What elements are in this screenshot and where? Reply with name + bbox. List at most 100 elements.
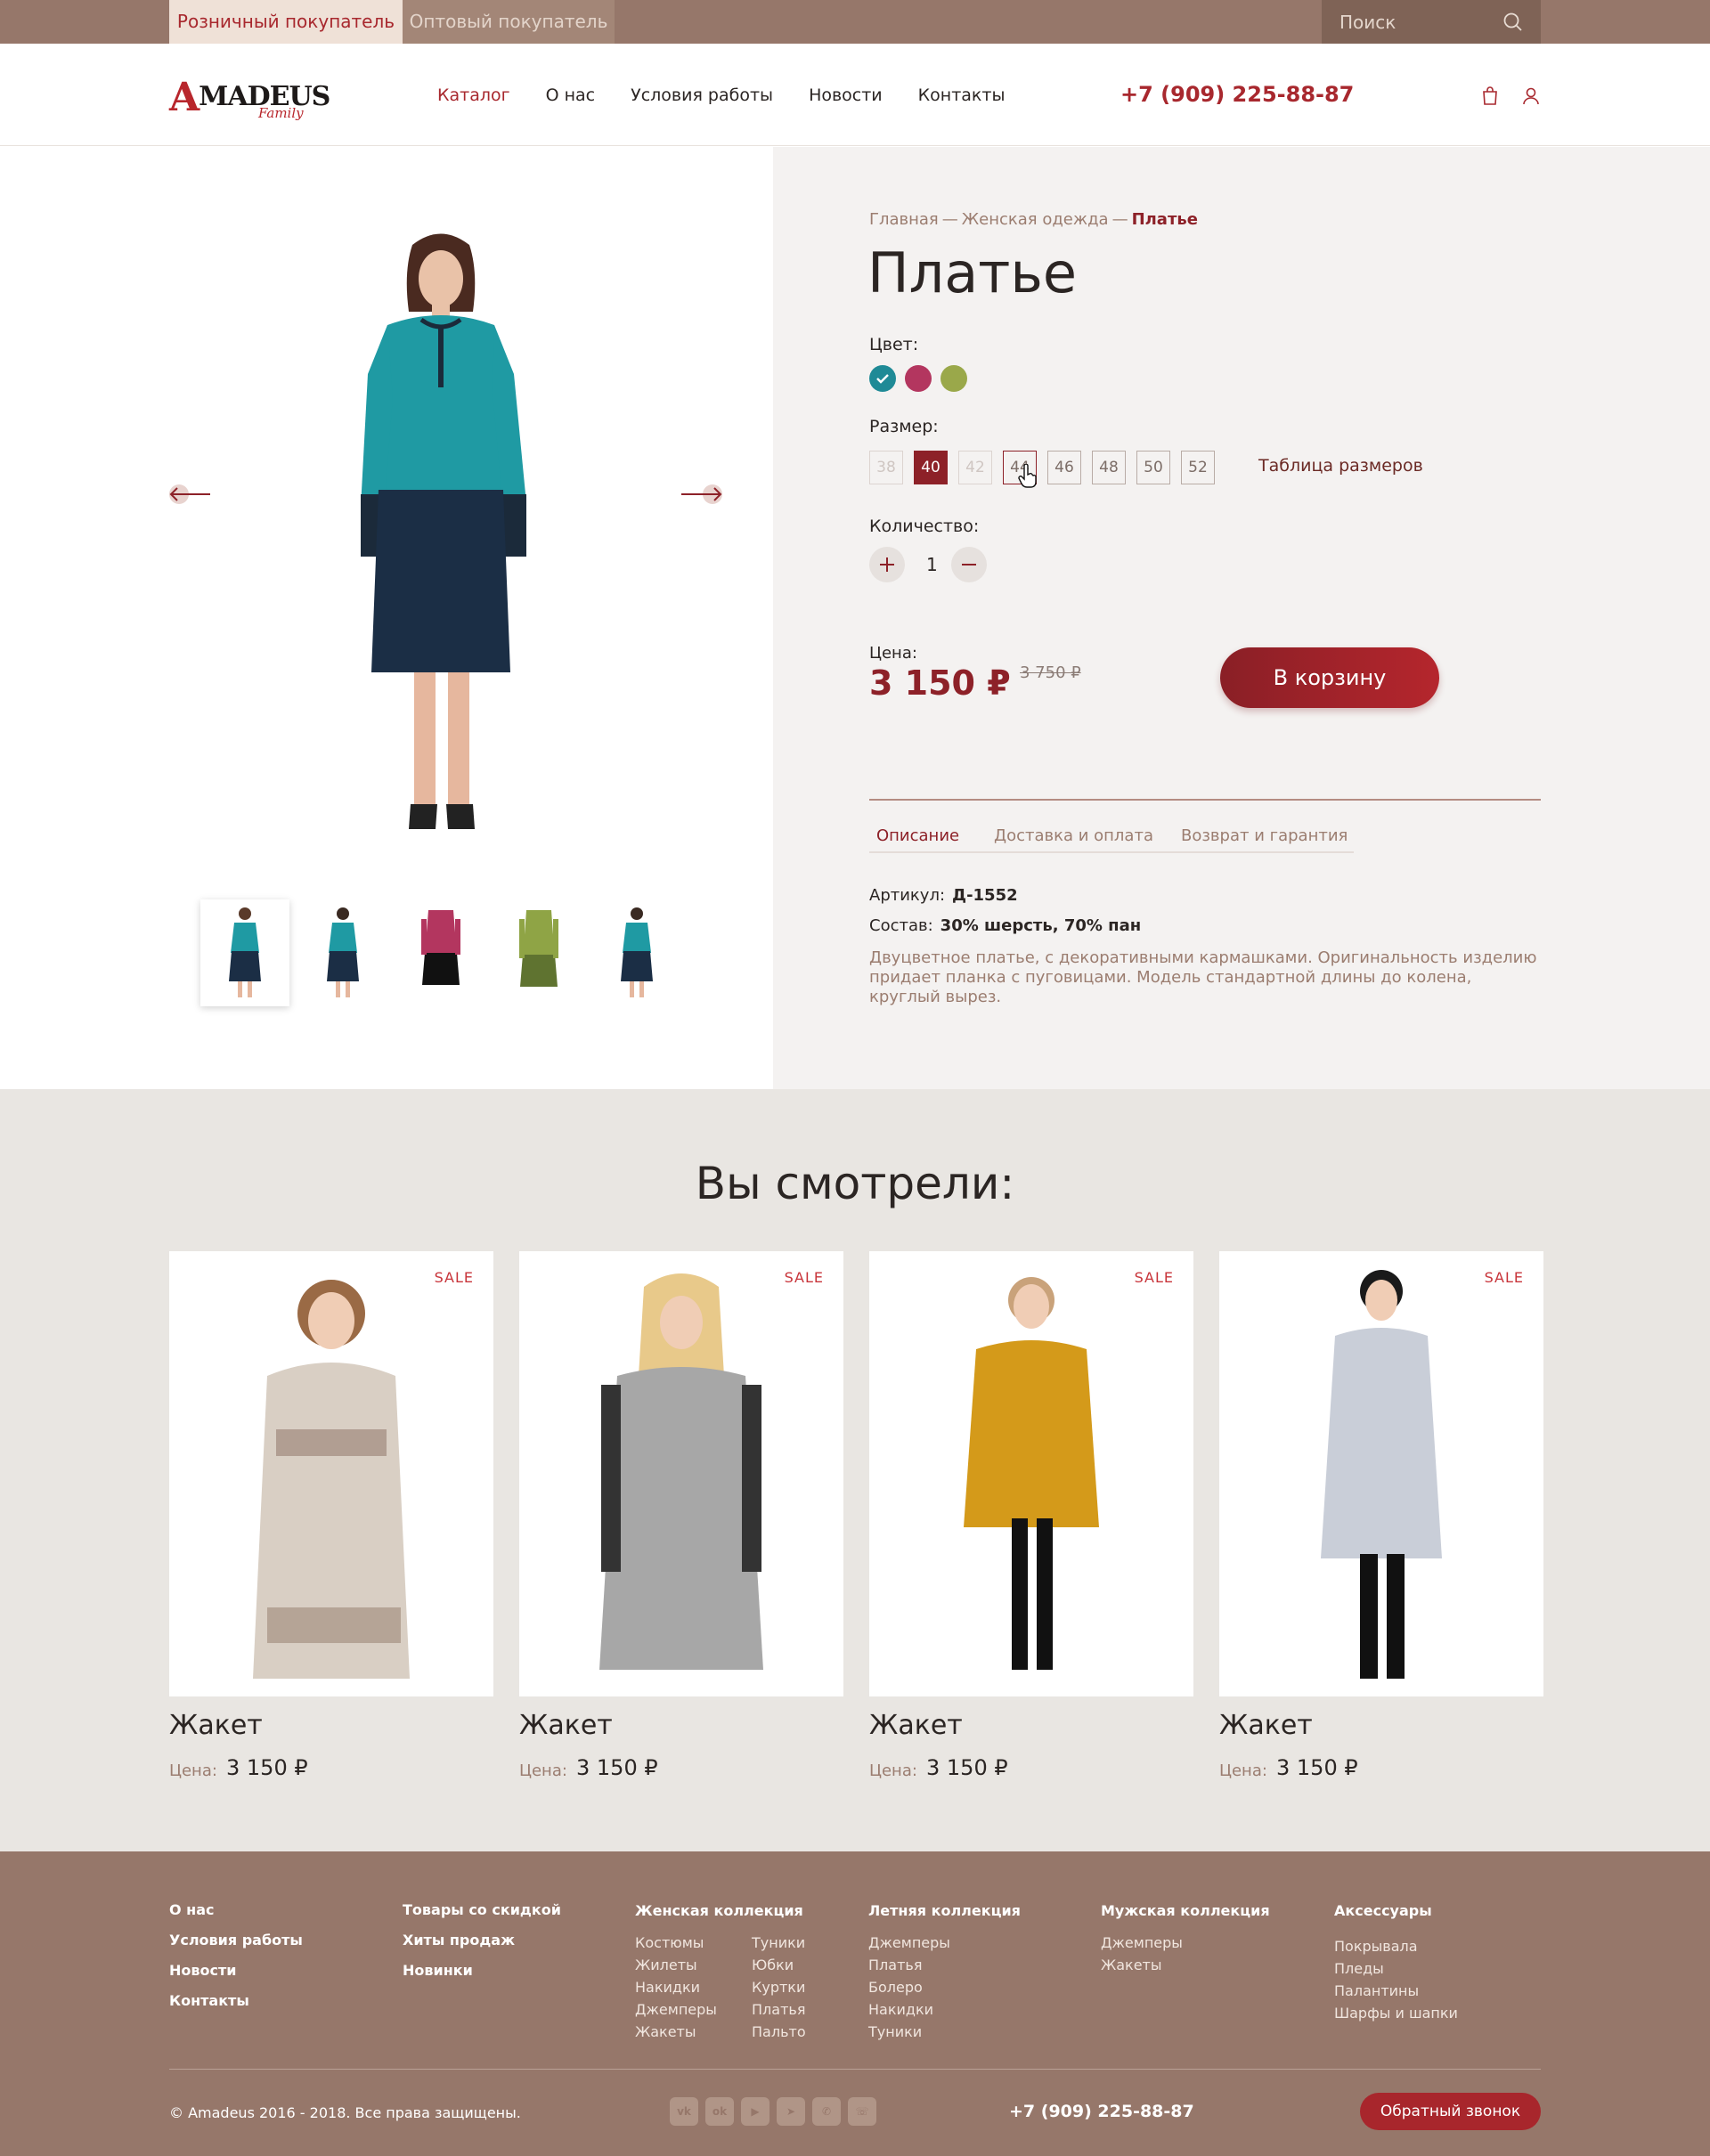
size-label: Размер: bbox=[869, 417, 939, 436]
footer-link[interactable]: Болеро bbox=[868, 1976, 1021, 1998]
viber-icon[interactable]: ✆ bbox=[812, 2097, 841, 2126]
user-icon[interactable] bbox=[1521, 85, 1541, 107]
footer-link[interactable]: Платья bbox=[868, 1954, 1021, 1976]
product-card-title[interactable]: Жакет bbox=[1219, 1710, 1313, 1741]
footer-heading[interactable]: Аксессуары bbox=[1334, 1902, 1458, 1919]
tab-wholesale-buyer[interactable]: Оптовый покупатель bbox=[403, 0, 615, 44]
footer-link[interactable]: Условия работы bbox=[169, 1925, 303, 1956]
thumbnail[interactable] bbox=[494, 899, 583, 1006]
color-swatch-olive[interactable] bbox=[940, 365, 967, 392]
ok-icon[interactable]: ok bbox=[705, 2097, 734, 2126]
product-card-image[interactable]: SALE bbox=[169, 1251, 493, 1696]
product-card-title[interactable]: Жакет bbox=[169, 1710, 263, 1741]
size-option[interactable]: 40 bbox=[914, 451, 948, 484]
nav-catalog[interactable]: Каталог bbox=[432, 85, 516, 110]
footer-divider bbox=[169, 2069, 1541, 2070]
search-icon[interactable] bbox=[1502, 11, 1525, 34]
footer-link[interactable]: Костюмы bbox=[635, 1932, 717, 1954]
footer-link[interactable]: Палантины bbox=[1334, 1980, 1458, 2002]
old-price: 3 750 ₽ bbox=[1020, 663, 1081, 682]
youtube-icon[interactable]: ▶ bbox=[741, 2097, 770, 2126]
thumbnail[interactable] bbox=[298, 899, 387, 1006]
footer-link[interactable]: Пальто bbox=[752, 2021, 806, 2043]
next-image-arrow-icon[interactable] bbox=[680, 483, 724, 506]
nav-contacts[interactable]: Контакты bbox=[918, 85, 1006, 105]
bag-icon[interactable] bbox=[1480, 85, 1500, 107]
footer-heading[interactable]: Женская коллекция bbox=[635, 1902, 867, 1919]
footer-link[interactable]: Накидки bbox=[635, 1976, 717, 1998]
footer-link[interactable]: Шарфы и шапки bbox=[1334, 2002, 1458, 2024]
footer-link[interactable]: Джемперы bbox=[635, 1998, 717, 2021]
minus-button[interactable] bbox=[951, 547, 987, 582]
footer-col-men: Мужская коллекция Джемперы Жакеты bbox=[1101, 1902, 1270, 1976]
color-swatch-teal[interactable] bbox=[869, 365, 896, 392]
nav-terms[interactable]: Условия работы bbox=[631, 85, 773, 105]
footer-link[interactable]: Туники bbox=[868, 2021, 1021, 2043]
sale-badge: SALE bbox=[434, 1269, 474, 1286]
footer-col-summer: Летняя коллекция Джемперы Платья Болеро … bbox=[868, 1902, 1021, 2043]
prev-image-arrow-icon[interactable] bbox=[167, 483, 212, 506]
footer-link[interactable]: Джемперы bbox=[1101, 1932, 1270, 1954]
footer-col-accessories: Аксессуары Покрывала Пледы Палантины Шар… bbox=[1334, 1902, 1458, 2024]
size-option[interactable]: 42 bbox=[958, 451, 992, 484]
color-label: Цвет: bbox=[869, 335, 919, 354]
size-option[interactable]: 52 bbox=[1181, 451, 1215, 484]
footer-link[interactable]: Контакты bbox=[169, 1986, 303, 2016]
whatsapp-icon[interactable]: ☏ bbox=[848, 2097, 876, 2126]
tab-description[interactable]: Описание bbox=[870, 826, 965, 849]
footer-link[interactable]: О нас bbox=[169, 1895, 303, 1925]
hand-cursor-icon bbox=[1018, 464, 1037, 488]
product-card-image[interactable]: SALE bbox=[519, 1251, 843, 1696]
size-option[interactable]: 46 bbox=[1047, 451, 1081, 484]
telegram-icon[interactable]: ➤ bbox=[777, 2097, 805, 2126]
thumbnail[interactable] bbox=[396, 899, 485, 1006]
sale-badge: SALE bbox=[1484, 1269, 1524, 1286]
footer-link[interactable]: Жилеты bbox=[635, 1954, 717, 1976]
tab-retail-buyer[interactable]: Розничный покупатель bbox=[169, 0, 403, 44]
thumbnail[interactable] bbox=[200, 899, 289, 1006]
footer-heading[interactable]: Летняя коллекция bbox=[868, 1902, 1021, 1919]
product-card: SALE Жакет Цена: 3 150 ₽ bbox=[519, 1251, 843, 1786]
footer-link[interactable]: Новости bbox=[169, 1956, 303, 1986]
callback-button[interactable]: Обратный звонок bbox=[1360, 2093, 1541, 2130]
size-option[interactable]: 50 bbox=[1136, 451, 1170, 484]
color-swatch-berry[interactable] bbox=[905, 365, 932, 392]
footer-link[interactable]: Платья bbox=[752, 1998, 806, 2021]
footer-link[interactable]: Жакеты bbox=[635, 2021, 717, 2043]
header-phone[interactable]: +7 (909) 225-88-87 bbox=[1120, 44, 1354, 146]
footer-link[interactable]: Джемперы bbox=[868, 1932, 1021, 1954]
footer-link[interactable]: Туники bbox=[752, 1932, 806, 1954]
vk-icon[interactable]: vk bbox=[670, 2097, 698, 2126]
footer-link[interactable]: Жакеты bbox=[1101, 1954, 1270, 1976]
thumbnail[interactable] bbox=[592, 899, 681, 1006]
nav-news[interactable]: Новости bbox=[809, 85, 883, 105]
quantity-label: Количество: bbox=[869, 517, 980, 536]
size-option[interactable]: 48 bbox=[1092, 451, 1126, 484]
footer-link[interactable]: Накидки bbox=[868, 1998, 1021, 2021]
footer-link[interactable]: Новинки bbox=[403, 1956, 561, 1986]
size-table-link[interactable]: Таблица размеров bbox=[1253, 456, 1429, 480]
nav-about[interactable]: О нас bbox=[546, 85, 596, 105]
product-card-title[interactable]: Жакет bbox=[869, 1710, 963, 1741]
add-to-cart-button[interactable]: В корзину bbox=[1220, 647, 1439, 708]
product-card-image[interactable]: SALE bbox=[1219, 1251, 1543, 1696]
amadeus-logo[interactable]: AMADEUS Family bbox=[169, 66, 330, 125]
tab-delivery[interactable]: Доставка и оплата bbox=[994, 826, 1153, 845]
plus-button[interactable] bbox=[869, 547, 905, 582]
footer-link[interactable]: Товары со скидкой bbox=[403, 1895, 561, 1925]
footer-link[interactable]: Куртки bbox=[752, 1976, 806, 1998]
search-input[interactable] bbox=[1340, 0, 1491, 44]
footer-link[interactable]: Юбки bbox=[752, 1954, 806, 1976]
footer-heading[interactable]: Мужская коллекция bbox=[1101, 1902, 1270, 1919]
main-nav: Каталог О нас Условия работы Новости Кон… bbox=[432, 44, 1040, 146]
footer-link[interactable]: Пледы bbox=[1334, 1957, 1458, 1980]
size-option[interactable]: 38 bbox=[869, 451, 903, 484]
footer-link[interactable]: Хиты продаж bbox=[403, 1925, 561, 1956]
footer-phone[interactable]: +7 (909) 225-88-87 bbox=[1009, 2102, 1194, 2121]
tab-returns[interactable]: Возврат и гарантия bbox=[1181, 826, 1348, 845]
product-card-image[interactable]: SALE bbox=[869, 1251, 1193, 1696]
product-card-title[interactable]: Жакет bbox=[519, 1710, 613, 1741]
footer-link[interactable]: Покрывала bbox=[1334, 1935, 1458, 1957]
breadcrumb-home[interactable]: Главная bbox=[869, 210, 939, 229]
breadcrumb-women[interactable]: Женская одежда bbox=[962, 210, 1109, 229]
